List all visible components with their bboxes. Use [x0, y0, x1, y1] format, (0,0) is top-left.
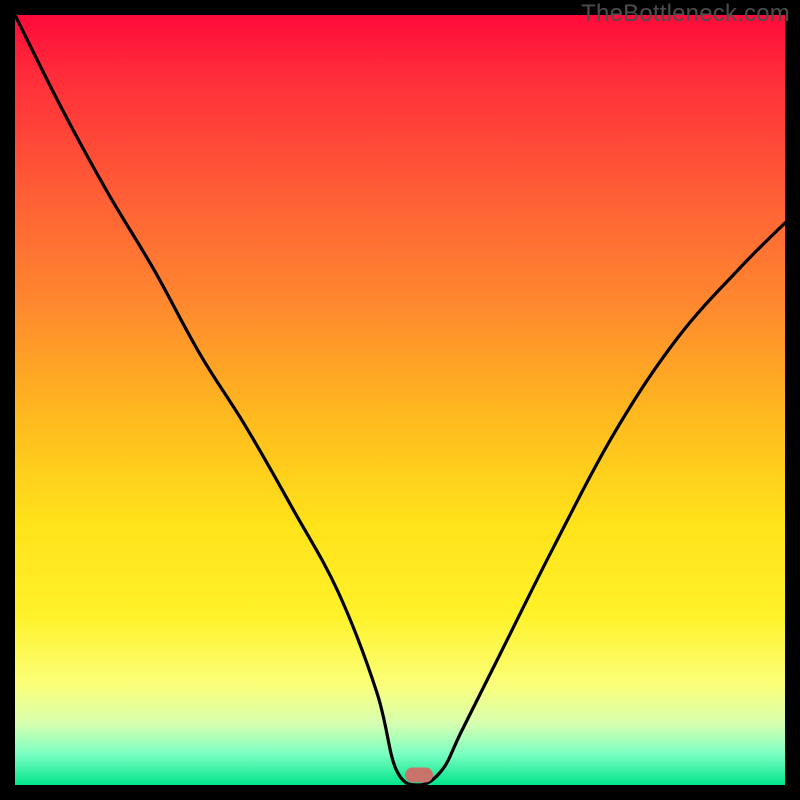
bottleneck-curve: [15, 15, 785, 785]
chart-frame: TheBottleneck.com: [0, 0, 800, 800]
chart-plot-area: [15, 15, 785, 785]
watermark-text: TheBottleneck.com: [581, 0, 790, 28]
optimal-point-marker: [405, 767, 433, 782]
